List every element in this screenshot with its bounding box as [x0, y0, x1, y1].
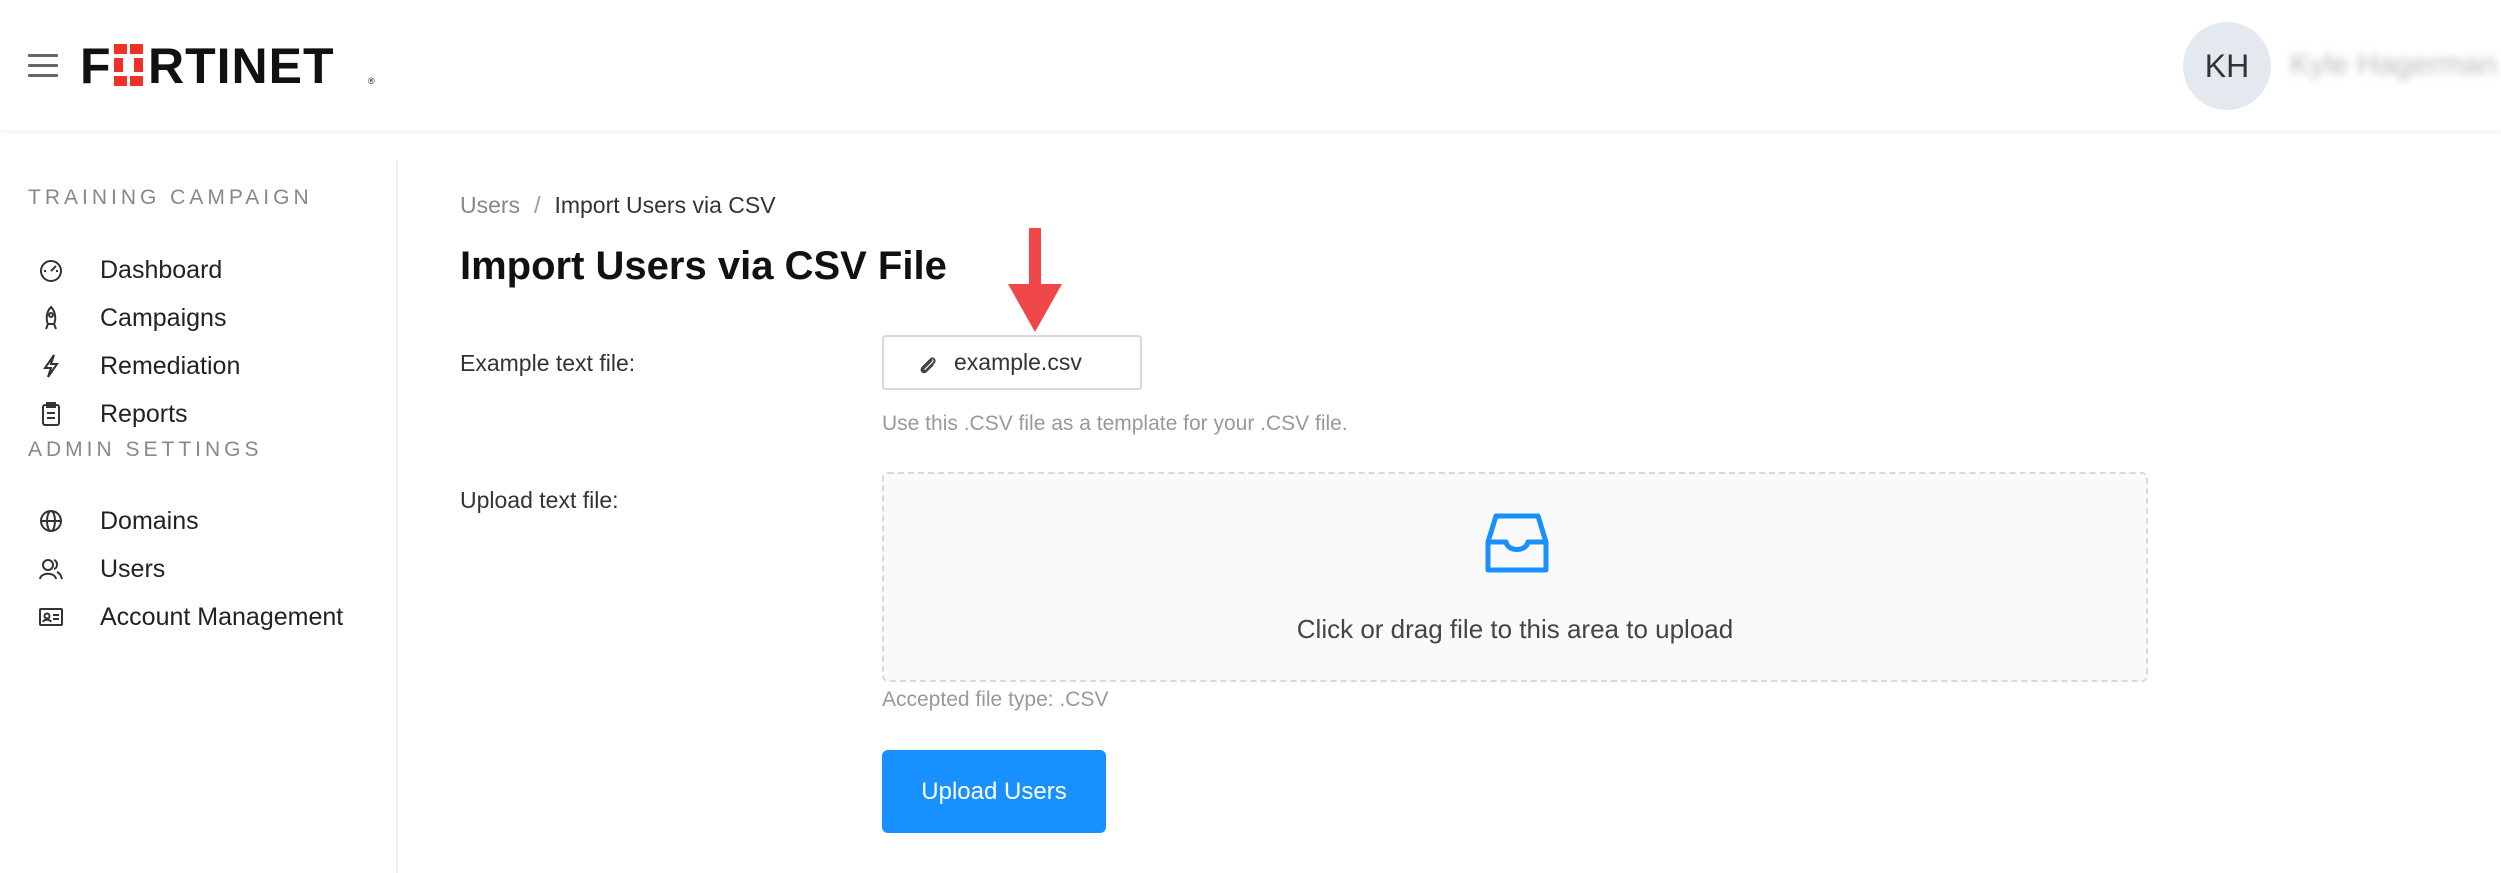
upload-file-label: Upload text file:: [460, 487, 619, 513]
logo-grid-mark: [114, 44, 143, 86]
avatar[interactable]: KH: [2183, 22, 2271, 110]
users-icon: [39, 559, 63, 580]
rocket-icon: [45, 305, 57, 330]
svg-text:RTINET: RTINET: [148, 38, 335, 94]
section-title-admin: ADMIN SETTINGS: [28, 438, 263, 461]
sidebar-item-label: Domains: [100, 506, 199, 535]
breadcrumb: Users / Import Users via CSV: [460, 192, 776, 219]
breadcrumb-current: Import Users via CSV: [554, 192, 776, 218]
id-card-icon: [39, 608, 63, 626]
annotation-arrow: [1008, 228, 1062, 332]
svg-text:®: ®: [368, 76, 375, 86]
sidebar: TRAINING CAMPAIGN Dashboard Campaigns Re…: [0, 160, 398, 873]
sidebar-item-label: Dashboard: [100, 255, 223, 284]
fortinet-logo[interactable]: F RTINET ®: [78, 36, 378, 94]
inbox-icon: [1485, 513, 1549, 573]
sidebar-item-label: Account Management: [100, 602, 344, 631]
breadcrumb-separator: /: [534, 192, 541, 218]
page-title: Import Users via CSV File: [460, 244, 947, 288]
menu-icon[interactable]: [28, 52, 58, 80]
accepted-file-type-help: Accepted file type: .CSV: [882, 688, 1109, 711]
user-name[interactable]: Kyle Hagerman: [2290, 48, 2497, 82]
thunderbolt-icon: [43, 354, 59, 378]
breadcrumb-link-users[interactable]: Users: [460, 192, 520, 218]
sidebar-item-label: Users: [100, 554, 166, 583]
sidebar-item-label: Reports: [100, 399, 188, 428]
sidebar-item-reports[interactable]: Reports: [0, 384, 396, 444]
svg-text:F: F: [80, 38, 112, 94]
example-file-name: example.csv: [954, 349, 1082, 375]
example-file-label: Example text file:: [460, 350, 636, 376]
upload-users-button[interactable]: Upload Users: [882, 750, 1106, 833]
example-file-help: Use this .CSV file as a template for you…: [882, 412, 1348, 435]
sidebar-item-label: Campaigns: [100, 303, 227, 332]
dashboard-icon: [40, 260, 62, 282]
sidebar-item-account-management[interactable]: Account Management: [0, 587, 396, 647]
globe-icon: [40, 510, 62, 532]
sidebar-item-label: Remediation: [100, 351, 241, 380]
paperclip-icon: [920, 357, 936, 374]
upload-dropzone[interactable]: Click or drag file to this area to uploa…: [882, 472, 2148, 682]
dropzone-hint: Click or drag file to this area to uploa…: [1296, 614, 1734, 644]
section-title-training: TRAINING CAMPAIGN: [28, 186, 313, 209]
top-header: F RTINET ® KH Kyle Hagerman: [0, 0, 2501, 130]
example-csv-download-button[interactable]: example.csv: [882, 335, 1142, 390]
clipboard-icon: [42, 402, 60, 426]
